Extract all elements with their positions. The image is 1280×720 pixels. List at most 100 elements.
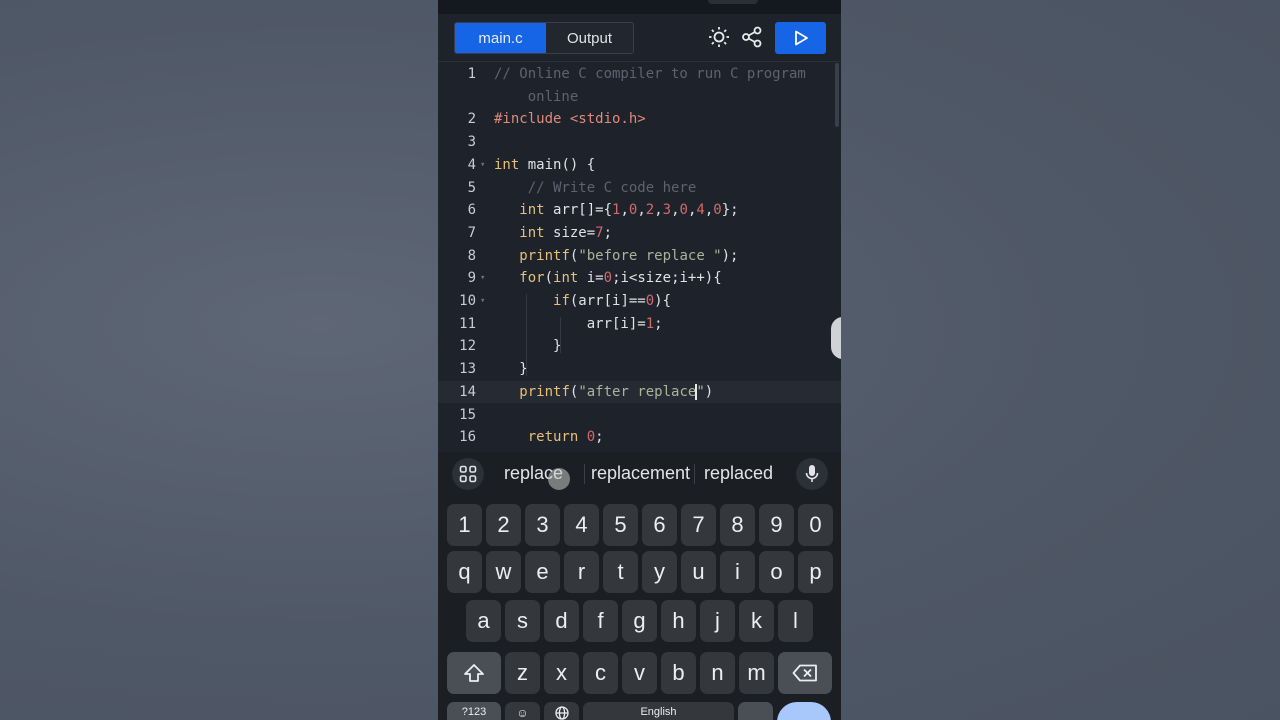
suggestion-divider <box>584 464 585 484</box>
line-number: 11 <box>459 315 476 332</box>
suggestion-2[interactable]: replacement <box>591 463 690 484</box>
line-number: 14 <box>459 383 476 400</box>
line-number: 3 <box>467 134 476 151</box>
suggestion-divider <box>694 464 695 484</box>
key-q[interactable]: q <box>447 551 482 593</box>
key-k[interactable]: k <box>739 600 774 642</box>
line-number: 12 <box>459 338 476 355</box>
key-r[interactable]: r <box>564 551 599 593</box>
code-line[interactable]: 3 <box>438 131 841 153</box>
line-number: 4 <box>467 156 476 173</box>
code-line[interactable]: online <box>438 86 841 108</box>
enter-key[interactable] <box>777 702 831 720</box>
code-line[interactable]: 15 <box>438 404 841 426</box>
code-line[interactable]: 11 arr[i]=1; <box>438 313 841 335</box>
shift-key[interactable] <box>447 652 501 694</box>
key-s[interactable]: s <box>505 600 540 642</box>
apps-grid-icon[interactable] <box>452 458 484 490</box>
fold-arrow-icon[interactable]: ▾ <box>480 290 485 312</box>
key-g[interactable]: g <box>622 600 657 642</box>
suggestion-3[interactable]: replaced <box>704 463 773 484</box>
floating-handle[interactable] <box>831 317 841 359</box>
line-number: 9 <box>467 270 476 287</box>
share-icon[interactable] <box>739 24 765 50</box>
space-bar[interactable]: English <box>583 702 734 720</box>
key-d[interactable]: d <box>544 600 579 642</box>
key-o[interactable]: o <box>759 551 794 593</box>
code-line[interactable]: 1 // Online C compiler to run C program <box>438 63 841 85</box>
code-line[interactable]: 10 ▾ if(arr[i]==0){ <box>438 290 841 312</box>
run-button[interactable] <box>775 22 826 54</box>
key-i[interactable]: i <box>720 551 755 593</box>
suggestion-strip: replace replacement replaced <box>438 452 841 496</box>
key-e[interactable]: e <box>525 551 560 593</box>
line-number: 16 <box>459 429 476 446</box>
key-p[interactable]: p <box>798 551 833 593</box>
code-text: int main() { <box>494 156 596 173</box>
key-2[interactable]: 2 <box>486 504 521 546</box>
line-number: 6 <box>467 202 476 219</box>
code-line[interactable]: 7 int size=7; <box>438 222 841 244</box>
key-b[interactable]: b <box>661 652 696 694</box>
emoji-key[interactable]: ☺ <box>505 702 540 720</box>
code-line[interactable]: 13 } <box>438 358 841 380</box>
key-1[interactable]: 1 <box>447 504 482 546</box>
key-t[interactable]: t <box>603 551 638 593</box>
code-line[interactable]: 6 int arr[]={1,0,2,3,0,4,0}; <box>438 199 841 221</box>
mic-icon[interactable] <box>796 458 828 490</box>
code-line[interactable]: 9 ▾ for(int i=0;i<size;i++){ <box>438 267 841 289</box>
soft-keyboard: replace replacement replaced ?123 ☺ Engl… <box>438 452 841 720</box>
key-j[interactable]: j <box>700 600 735 642</box>
code-editor[interactable]: 16 return 0; 15 14 printf("after replace")… <box>438 63 841 452</box>
key-a[interactable]: a <box>466 600 501 642</box>
key-n[interactable]: n <box>700 652 735 694</box>
line-number: 7 <box>467 224 476 241</box>
line-number: 13 <box>459 361 476 378</box>
code-line[interactable]: 14 printf("after replace") <box>438 380 841 403</box>
backspace-key[interactable] <box>778 652 832 694</box>
fold-arrow-icon[interactable]: ▾ <box>480 154 485 176</box>
key-9[interactable]: 9 <box>759 504 794 546</box>
key-3[interactable]: 3 <box>525 504 560 546</box>
code-text: } <box>494 361 528 378</box>
code-line[interactable]: 4 ▾ int main() { <box>438 154 841 176</box>
code-line[interactable]: 16 return 0; <box>438 426 841 448</box>
symbols-key[interactable]: ?123 <box>447 702 501 720</box>
fold-arrow-icon[interactable]: ▾ <box>480 267 485 289</box>
editor-toolbar: main.c Output <box>438 14 841 62</box>
key-f[interactable]: f <box>583 600 618 642</box>
line-number: 8 <box>467 247 476 264</box>
code-text: int size=7; <box>519 224 613 241</box>
tab-main-c[interactable]: main.c <box>455 23 546 53</box>
key-x[interactable]: x <box>544 652 579 694</box>
key-u[interactable]: u <box>681 551 716 593</box>
key-7[interactable]: 7 <box>681 504 716 546</box>
key-4[interactable]: 4 <box>564 504 599 546</box>
key-y[interactable]: y <box>642 551 677 593</box>
key-5[interactable]: 5 <box>603 504 638 546</box>
line-number: 1 <box>467 66 476 82</box>
key-0[interactable]: 0 <box>798 504 833 546</box>
key-v[interactable]: v <box>622 652 657 694</box>
shift-icon <box>464 664 484 682</box>
status-bar <box>438 0 841 14</box>
key-z[interactable]: z <box>505 652 540 694</box>
backspace-icon <box>792 664 817 682</box>
key-l[interactable]: l <box>778 600 813 642</box>
key-8[interactable]: 8 <box>720 504 755 546</box>
editor-scrollbar[interactable] <box>835 63 839 127</box>
code-text: printf("before replace "); <box>519 247 739 264</box>
tab-output[interactable]: Output <box>546 23 633 53</box>
key-m[interactable]: m <box>739 652 774 694</box>
sun-icon[interactable] <box>706 24 732 50</box>
code-line[interactable]: 2 #include <stdio.h> <box>438 108 841 130</box>
code-line[interactable]: 8 printf("before replace "); <box>438 245 841 267</box>
period-key[interactable] <box>738 702 773 720</box>
key-w[interactable]: w <box>486 551 521 593</box>
code-line[interactable]: 5 // Write C code here <box>438 177 841 199</box>
code-line[interactable]: 12 } <box>438 335 841 357</box>
key-h[interactable]: h <box>661 600 696 642</box>
key-c[interactable]: c <box>583 652 618 694</box>
language-key[interactable] <box>544 702 579 720</box>
key-6[interactable]: 6 <box>642 504 677 546</box>
